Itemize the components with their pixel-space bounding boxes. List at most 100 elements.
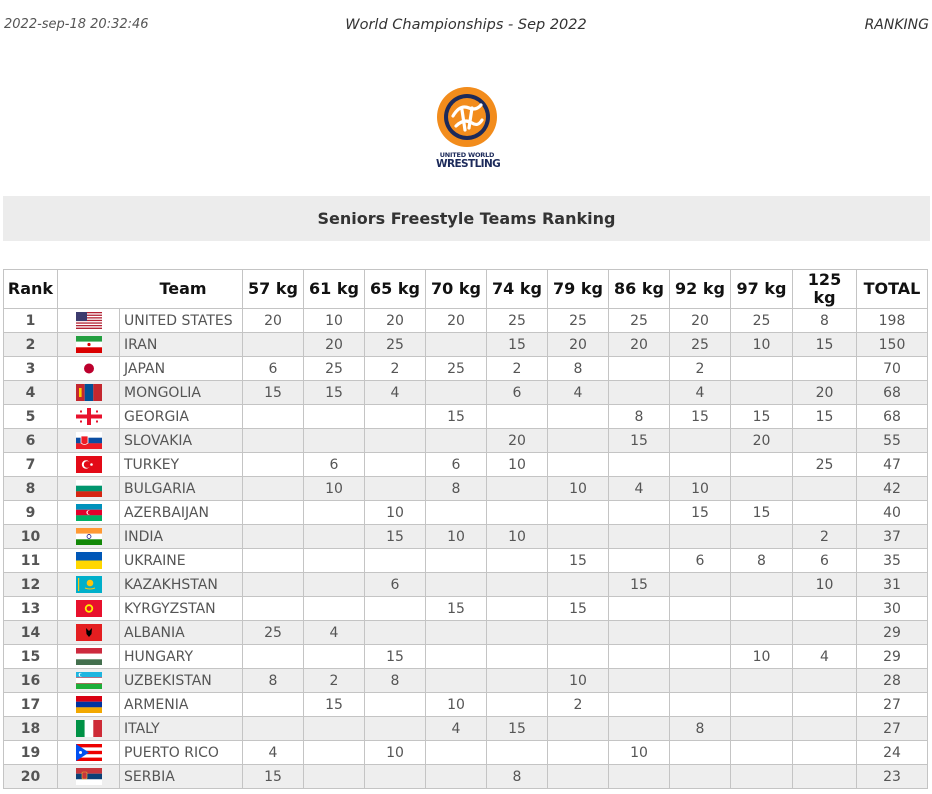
score-cell — [547, 740, 609, 765]
score-cell — [242, 452, 304, 477]
team-name: ARMENIA — [119, 692, 243, 717]
score-cell: 2 — [792, 524, 857, 549]
total-cell: 30 — [856, 596, 928, 621]
score-cell — [364, 476, 426, 501]
score-cell — [547, 620, 609, 645]
flag-cell — [57, 404, 120, 429]
team-header: Team — [57, 269, 243, 309]
score-cell — [303, 764, 365, 789]
team-name: PUERTO RICO — [119, 740, 243, 765]
score-cell — [792, 716, 857, 741]
flag-cell — [57, 644, 120, 669]
score-cell — [303, 596, 365, 621]
weight-header: 79 kg — [547, 269, 609, 309]
score-cell: 25 — [242, 620, 304, 645]
score-cell: 25 — [669, 332, 731, 357]
score-cell — [669, 644, 731, 669]
score-cell — [792, 764, 857, 789]
score-cell — [425, 428, 487, 453]
flag-cell — [57, 596, 120, 621]
event-title: World Championships - Sep 2022 — [345, 17, 587, 33]
score-cell — [303, 644, 365, 669]
ranking-table-body: 1 UNITED STATES 20 10 20 20 25 25 25 20 25 8 198 2 IRA… — [3, 308, 928, 789]
score-cell — [486, 620, 548, 645]
score-cell — [486, 572, 548, 597]
score-cell — [730, 716, 793, 741]
score-cell: 2 — [303, 668, 365, 693]
rank-cell: 14 — [3, 620, 58, 645]
score-cell: 20 — [486, 428, 548, 453]
score-cell: 4 — [792, 644, 857, 669]
score-cell: 6 — [242, 356, 304, 381]
score-cell: 15 — [547, 548, 609, 573]
score-cell — [730, 740, 793, 765]
table-row: 17 ARMENIA 15 10 2 27 — [3, 692, 928, 717]
score-cell — [547, 500, 609, 525]
score-cell — [242, 332, 304, 357]
score-cell: 10 — [486, 452, 548, 477]
weight-header: 86 kg — [608, 269, 670, 309]
score-cell — [364, 716, 426, 741]
table-row: 13 KYRGYZSTAN 15 15 30 — [3, 596, 928, 621]
score-cell: 25 — [608, 308, 670, 333]
score-cell — [669, 620, 731, 645]
score-cell — [364, 764, 426, 789]
score-cell — [242, 572, 304, 597]
score-cell: 2 — [364, 356, 426, 381]
section-label: RANKING — [864, 17, 929, 33]
score-cell — [303, 716, 365, 741]
team-name: KAZAKHSTAN — [119, 572, 243, 597]
score-cell — [242, 596, 304, 621]
team-name: GEORGIA — [119, 404, 243, 429]
weight-header: 61 kg — [303, 269, 365, 309]
score-cell — [242, 644, 304, 669]
team-name: UKRAINE — [119, 548, 243, 573]
score-cell — [730, 476, 793, 501]
flag-cell — [57, 764, 120, 789]
score-cell — [486, 668, 548, 693]
score-cell — [669, 524, 731, 549]
score-cell: 15 — [547, 596, 609, 621]
score-cell: 8 — [364, 668, 426, 693]
score-cell: 25 — [792, 452, 857, 477]
table-row: 14 ALBANIA 25 4 29 — [3, 620, 928, 645]
score-cell — [608, 596, 670, 621]
score-cell: 10 — [486, 524, 548, 549]
score-cell — [425, 764, 487, 789]
rank-cell: 7 — [3, 452, 58, 477]
total-cell: 42 — [856, 476, 928, 501]
bulgaria-flag-icon — [75, 480, 102, 497]
score-cell — [730, 356, 793, 381]
table-row: 20 SERBIA 15 8 23 — [3, 764, 928, 789]
score-cell — [792, 596, 857, 621]
table-row: 16 UZBEKISTAN 8 2 8 10 28 — [3, 668, 928, 693]
score-cell — [303, 404, 365, 429]
total-cell: 198 — [856, 308, 928, 333]
score-cell: 6 — [425, 452, 487, 477]
score-cell: 25 — [303, 356, 365, 381]
table-row: 2 IRAN 20 25 15 20 20 25 10 15 150 — [3, 332, 928, 357]
score-cell — [608, 356, 670, 381]
score-cell — [730, 668, 793, 693]
score-cell — [792, 620, 857, 645]
japan-flag-icon — [75, 360, 102, 377]
team-name: JAPAN — [119, 356, 243, 381]
rank-cell: 13 — [3, 596, 58, 621]
total-cell: 27 — [856, 716, 928, 741]
score-cell — [669, 764, 731, 789]
table-row: 18 ITALY 4 15 8 27 — [3, 716, 928, 741]
score-cell — [792, 428, 857, 453]
score-cell — [608, 524, 670, 549]
score-cell — [303, 500, 365, 525]
score-cell — [303, 572, 365, 597]
flag-cell — [57, 620, 120, 645]
india-flag-icon — [75, 528, 102, 545]
score-cell — [547, 644, 609, 669]
score-cell: 25 — [730, 308, 793, 333]
table-row: 6 SLOVAKIA 20 15 20 55 — [3, 428, 928, 453]
score-cell — [792, 668, 857, 693]
rank-cell: 15 — [3, 644, 58, 669]
score-cell — [608, 620, 670, 645]
score-cell: 10 — [547, 668, 609, 693]
score-cell — [669, 428, 731, 453]
